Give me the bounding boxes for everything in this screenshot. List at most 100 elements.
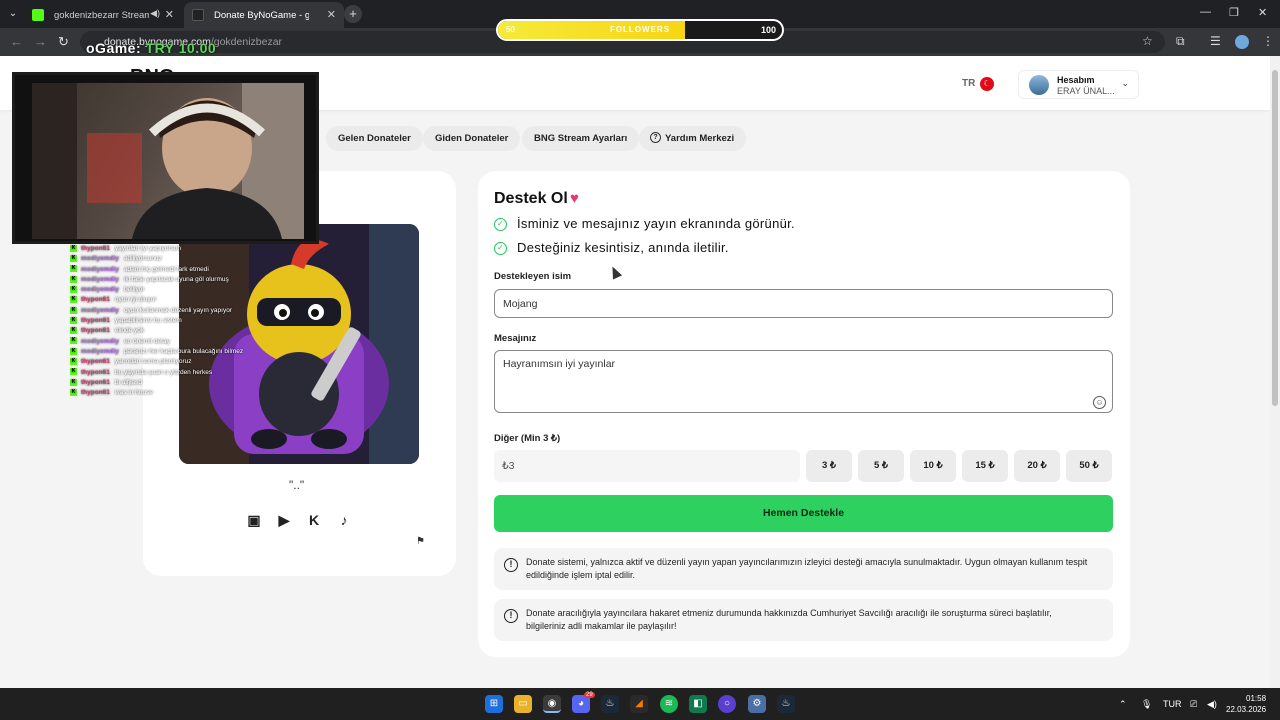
info-alert-icon: ! [504,609,518,623]
input-language[interactable]: TUR [1163,699,1182,709]
submit-donation-button[interactable]: Hemen Destekle [494,495,1113,532]
account-title: Hesabım [1057,75,1095,85]
chat-text: belliyor [123,286,145,294]
new-tab-button[interactable]: + [344,5,362,23]
tab-search-icon[interactable]: ⌄ [4,6,22,22]
app-icon[interactable]: ◧ [689,695,707,713]
nav-giden-donateler[interactable]: Giden Donateler [423,126,521,151]
chat-text: elinde yok [114,327,145,335]
maximize-button[interactable]: ❐ [1229,6,1239,19]
chrome-icon[interactable]: ◉ [543,695,561,713]
tray-chevron-icon[interactable]: ⌃ [1119,699,1127,710]
custom-amount-input[interactable] [494,450,800,482]
chat-username: thypon61 [81,317,110,325]
nogame-donation-alert: oGame: TRY 10.00 [86,40,216,56]
profile-avatar-icon[interactable] [1235,35,1249,49]
spotify-icon[interactable]: ≋ [660,695,678,713]
chat-username: modiyemdiy [81,337,119,345]
supporter-name-input[interactable] [494,289,1113,318]
message-textarea[interactable]: Hayranımsın iyi yayınlar [494,350,1113,413]
kick-badge-icon: K [70,358,77,366]
file-explorer-icon[interactable]: ▭ [514,695,532,713]
chat-username: thypon61 [81,378,110,386]
chat-text: yarından sonra planlıyoruz [114,358,192,366]
media-control-icon[interactable]: ☰ [1210,34,1221,48]
minimize-button[interactable]: — [1200,6,1211,18]
nav-gelen-donateler[interactable]: Gelen Donateler [326,126,423,151]
webcam-overlay [12,72,319,244]
tiktok-icon[interactable]: ♪ [335,511,353,529]
menu-kebab-icon[interactable]: ⋮ [1262,34,1274,48]
notice-text: Donate sistemi, yalnızca aktif ve düzenl… [526,557,1088,580]
amount-10-button[interactable]: 10 ₺ [910,450,956,482]
amount-3-button[interactable]: 3 ₺ [806,450,852,482]
steam-icon[interactable]: ♨ [601,695,619,713]
kick-badge-icon: K [70,327,77,335]
account-name: ERAY ÜNAL... [1057,86,1115,96]
help-icon: ? [650,132,661,143]
amount-20-button[interactable]: 20 ₺ [1014,450,1060,482]
goal-target: 100 [760,25,776,35]
page-scrollbar[interactable] [1270,56,1280,688]
emoji-picker-icon[interactable]: ☺ [1093,396,1106,409]
chat-text: was in house [114,389,153,397]
amount-15-button[interactable]: 15 ₺ [962,450,1008,482]
chat-username: thypon61 [81,368,110,376]
obs-icon[interactable]: ◢ [630,695,648,713]
volume-icon[interactable]: ◀) [1207,699,1217,710]
extensions-icon[interactable]: ⧉ [1176,34,1185,49]
kick-badge-icon: K [70,388,77,396]
account-menu[interactable]: Hesabım ERAY ÜNAL... ⌄ [1018,70,1139,99]
message-label: Mesajınız [494,333,537,344]
kick-badge-icon: K [70,306,77,314]
chat-username: modiyemdiy [81,347,119,355]
back-icon[interactable]: ← [10,34,23,49]
chat-message: Kthypon61 bu yayında şuan o yüzden herkes [70,368,302,378]
nav-yardim-merkezi[interactable]: ? Yardım Merkezi [639,126,747,151]
start-icon[interactable]: ⊞ [485,695,503,713]
search-app-icon[interactable]: ○ [718,695,736,713]
tab-donate[interactable]: Donate ByNoGame - gokdenizb ✕ [184,2,344,28]
speaker-icon[interactable]: ◀) [150,8,160,19]
amount-50-button[interactable]: 50 ₺ [1066,450,1112,482]
amount-label: Diğer (Min 3 ₺) [494,433,561,444]
reload-icon[interactable]: ↻ [58,34,69,50]
network-icon[interactable]: ⎚ [1190,699,1197,710]
kick-badge-icon: K [70,378,77,386]
tab-stream[interactable]: gokdenizbezarr Stream - W ◀) ✕ [24,2,182,28]
language-label[interactable]: TR [962,78,975,89]
twitch-icon[interactable]: ▣ [245,511,263,529]
close-tab-icon[interactable]: ✕ [165,8,174,21]
kick-badge-icon: K [70,255,77,263]
kick-icon[interactable]: K [305,511,323,529]
name-label: Destekleyen isim [494,271,572,282]
chat-message: Kthypon61 was in house [70,388,302,398]
chat-message: Kmodiyemdiy belliyor [70,285,302,295]
chat-message: Kmodiyemdiy oyun kullanmak düzenli yayın … [70,306,302,316]
chat-username: thypon61 [81,358,110,366]
chat-message: Kthypon61 elinde yok [70,326,302,336]
steam-icon[interactable]: ♨ [777,695,795,713]
kick-badge-icon: K [70,337,77,345]
tab-title: Donate ByNoGame - gokdenizb [214,10,309,21]
settings-gear-icon[interactable]: ⚙ [748,695,766,713]
microphone-icon[interactable]: 🎙 [1141,699,1152,710]
benefit-text: Desteğiniz kesintisiz, anında iletilir. [517,240,729,255]
turkey-flag-icon[interactable]: ☾ [980,77,994,91]
close-window-button[interactable]: ✕ [1258,6,1267,19]
account-avatar [1029,75,1049,95]
nav-yardim-label: Yardım Merkezi [665,133,735,144]
bookmark-star-icon[interactable]: ☆ [1142,34,1153,48]
chat-message: Kthypon61 yarından sonra planlıyoruz [70,357,302,367]
nav-stream-ayarlari[interactable]: BNG Stream Ayarları [522,126,640,151]
chat-message: Kmodiyemdiy iki tane yapılacak oyuna göl … [70,275,302,285]
report-flag-icon[interactable]: ⚑ [416,536,425,547]
chat-username: thypon61 [81,296,110,304]
scrollbar-thumb[interactable] [1272,70,1278,406]
chat-username: modiyemdiy [81,275,119,283]
close-tab-icon[interactable]: ✕ [327,8,336,21]
system-clock[interactable]: 01:58 22.03.2026 [1226,693,1266,715]
youtube-icon[interactable]: ▶ [275,511,293,529]
forward-icon[interactable]: → [34,34,47,49]
amount-5-button[interactable]: 5 ₺ [858,450,904,482]
